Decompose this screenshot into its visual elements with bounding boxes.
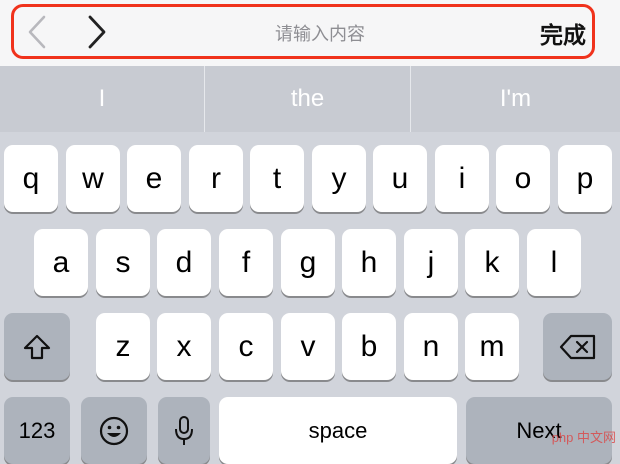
key-f[interactable]: f: [219, 229, 273, 296]
emoji-key[interactable]: [81, 397, 147, 464]
suggestion-3[interactable]: I'm: [411, 66, 620, 132]
suggestion-bar: I the I'm: [0, 66, 620, 132]
key-v[interactable]: v: [281, 313, 335, 380]
key-k[interactable]: k: [465, 229, 519, 296]
previous-field-button[interactable]: [20, 12, 54, 52]
key-q[interactable]: q: [4, 145, 58, 212]
microphone-icon: [175, 415, 193, 445]
key-c[interactable]: c: [219, 313, 273, 380]
key-n[interactable]: n: [404, 313, 458, 380]
shift-icon: [23, 334, 51, 359]
emoji-icon: [99, 416, 129, 445]
key-o[interactable]: o: [496, 145, 550, 212]
key-z[interactable]: z: [96, 313, 150, 380]
key-m[interactable]: m: [465, 313, 519, 380]
suggestion-1[interactable]: I: [0, 66, 204, 132]
chevron-right-icon: [88, 15, 106, 49]
key-x[interactable]: x: [157, 313, 211, 380]
next-field-button[interactable]: [80, 12, 114, 52]
numbers-key[interactable]: 123: [4, 397, 70, 464]
key-y[interactable]: y: [312, 145, 366, 212]
key-t[interactable]: t: [250, 145, 304, 212]
key-l[interactable]: l: [527, 229, 581, 296]
delete-backspace-icon: [559, 334, 595, 359]
key-e[interactable]: e: [127, 145, 181, 212]
key-d[interactable]: d: [157, 229, 211, 296]
space-key[interactable]: space: [219, 397, 457, 464]
suggestion-divider: [410, 66, 411, 132]
key-p[interactable]: p: [558, 145, 612, 212]
watermark: php 中文网: [551, 430, 616, 445]
suggestion-2[interactable]: the: [205, 66, 410, 132]
key-g[interactable]: g: [281, 229, 335, 296]
delete-key[interactable]: [543, 313, 612, 380]
chevron-left-icon: [28, 15, 46, 49]
key-s[interactable]: s: [96, 229, 150, 296]
key-w[interactable]: w: [66, 145, 120, 212]
key-a[interactable]: a: [34, 229, 88, 296]
suggestion-divider: [204, 66, 205, 132]
key-h[interactable]: h: [342, 229, 396, 296]
input-placeholder: 请输入内容: [275, 24, 365, 44]
key-u[interactable]: u: [373, 145, 427, 212]
microphone-key[interactable]: [158, 397, 210, 464]
key-i[interactable]: i: [435, 145, 489, 212]
key-j[interactable]: j: [404, 229, 458, 296]
key-r[interactable]: r: [189, 145, 243, 212]
shift-key[interactable]: [4, 313, 70, 380]
done-button[interactable]: 完成: [540, 0, 586, 66]
keyboard-accessory-toolbar: 请输入内容 完成: [0, 0, 620, 66]
key-b[interactable]: b: [342, 313, 396, 380]
